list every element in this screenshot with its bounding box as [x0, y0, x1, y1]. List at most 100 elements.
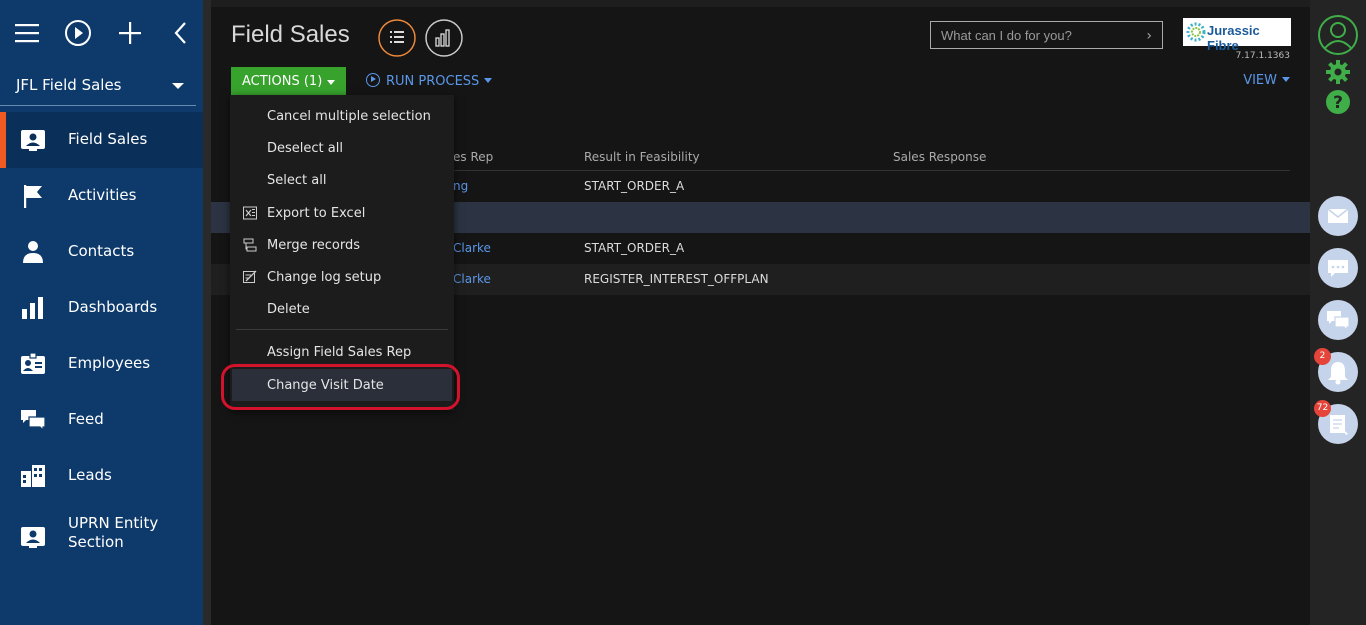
settings-gear-icon[interactable]	[1325, 59, 1351, 85]
cell-sales-rep[interactable]: Clarke	[453, 272, 491, 286]
menu-item-deselect-all[interactable]: Deselect all	[230, 132, 454, 164]
play-circle-icon	[366, 73, 380, 87]
id-badge-icon	[21, 352, 45, 374]
sidebar-item-label: Feed	[68, 410, 104, 428]
contact-card-icon	[21, 130, 45, 151]
run-process-button[interactable]: RUN PROCESS	[366, 73, 493, 89]
logo-text: Jurassic Fibre	[1207, 23, 1260, 53]
menu-item-label: Cancel multiple selection	[267, 109, 431, 124]
analytics-view-icon[interactable]	[425, 19, 463, 57]
menu-item-select-all[interactable]: Select all	[230, 164, 454, 196]
sidebar-item-label: Contacts	[68, 242, 135, 260]
hamburger-menu-icon[interactable]	[12, 18, 42, 48]
workspace-label: JFL Field Sales	[16, 76, 122, 94]
sidebar-item-label: Dashboards	[68, 298, 158, 316]
sidebar-item-dashboards[interactable]: Dashboards	[0, 280, 203, 336]
actions-label: ACTIONS (1)	[242, 74, 323, 89]
cell-result: REGISTER_INTEREST_OFFPLAN	[584, 272, 769, 286]
user-profile-icon[interactable]	[1317, 14, 1359, 56]
menu-item-label: Select all	[267, 173, 327, 188]
sidebar-item-label: Activities	[68, 186, 137, 204]
help-icon[interactable]: ?	[1325, 89, 1351, 115]
email-icon	[1327, 208, 1349, 223]
menu-divider	[236, 329, 448, 330]
command-search[interactable]: ›	[930, 21, 1163, 49]
menu-item-label: Change log setup	[267, 270, 382, 285]
workspace-select[interactable]: JFL Field Sales	[0, 66, 196, 106]
cell-sales-rep[interactable]: ng	[453, 179, 468, 193]
right-toolbar: ? 2 72	[1310, 0, 1366, 625]
cell-result: START_ORDER_A	[584, 179, 685, 193]
menu-item-label: Merge records	[267, 238, 361, 253]
column-header-result-feasibility[interactable]: Result in Feasibility	[584, 150, 700, 164]
caret-down-icon	[1282, 77, 1290, 82]
merge-icon	[243, 238, 257, 252]
chevron-right-icon[interactable]: ›	[1146, 28, 1152, 44]
sidebar-item-label: Leads	[68, 466, 112, 484]
svg-text:?: ?	[1333, 93, 1343, 113]
menu-item-label: Export to Excel	[267, 206, 366, 221]
chevron-down-icon	[172, 83, 184, 89]
panel-gutter	[203, 0, 211, 625]
menu-item-label: Deselect all	[267, 141, 343, 156]
sidebar-top-toolbar	[0, 0, 203, 66]
view-menu-button[interactable]: VIEW	[1243, 73, 1290, 88]
sidebar-item-label: Field Sales	[68, 130, 148, 148]
menu-item-cancel-multiple-selection[interactable]: Cancel multiple selection	[230, 100, 454, 132]
view-label: VIEW	[1243, 73, 1277, 88]
version-label: 7.17.1.1363	[1235, 51, 1290, 61]
excel-icon	[243, 206, 257, 220]
sidebar-item-feed[interactable]: Feed	[0, 392, 203, 448]
feed-button[interactable]	[1318, 300, 1358, 340]
notifications-badge: 2	[1314, 348, 1331, 365]
email-button[interactable]	[1318, 196, 1358, 236]
sidebar-item-contacts[interactable]: Contacts	[0, 224, 203, 280]
change-log-icon	[243, 270, 257, 283]
sidebar-item-field-sales[interactable]: Field Sales	[0, 112, 203, 168]
cell-sales-rep[interactable]: Clarke	[453, 241, 491, 255]
search-input[interactable]	[931, 22, 1131, 48]
run-process-label: RUN PROCESS	[386, 74, 480, 89]
list-view-icon[interactable]	[378, 19, 416, 57]
column-header-sales-rep[interactable]: es Rep	[453, 150, 493, 164]
sidebar-item-uprn-entity-section[interactable]: UPRN Entity Section	[0, 504, 203, 570]
company-logo: Jurassic Fibre	[1183, 18, 1291, 53]
column-header-sales-response[interactable]: Sales Response	[893, 150, 986, 164]
actions-button[interactable]: ACTIONS (1)	[231, 67, 346, 96]
sidebar-item-employees[interactable]: Employees	[0, 336, 203, 392]
play-process-icon[interactable]	[63, 18, 93, 48]
sidebar-nav: Field Sales Activities Contacts Dashboar…	[0, 112, 203, 570]
tasks-badge: 72	[1314, 400, 1331, 417]
sidebar-item-label: Employees	[68, 354, 151, 372]
page-title: Field Sales	[231, 21, 350, 48]
menu-item-merge-records[interactable]: Merge records	[230, 229, 454, 261]
chat-bubbles-icon	[21, 410, 46, 432]
bar-chart-icon	[22, 297, 43, 319]
menu-item-label: Change Visit Date	[267, 378, 384, 393]
chat-button[interactable]	[1318, 248, 1358, 288]
actions-dropdown-menu: Cancel multiple selection Deselect all S…	[230, 95, 454, 410]
caret-down-icon	[484, 78, 493, 83]
menu-item-assign-field-sales-rep[interactable]: Assign Field Sales Rep	[230, 336, 454, 368]
logo-mark-icon	[1186, 22, 1206, 42]
menu-item-label: Delete	[267, 302, 310, 317]
menu-item-delete[interactable]: Delete	[230, 293, 454, 325]
buildings-icon	[21, 465, 45, 487]
plus-icon[interactable]	[115, 18, 145, 48]
menu-item-export-to-excel[interactable]: Export to Excel	[230, 197, 454, 229]
sidebar: JFL Field Sales Field Sales Activities C…	[0, 0, 203, 625]
menu-item-change-log-setup[interactable]: Change log setup	[230, 261, 454, 293]
sidebar-item-leads[interactable]: Leads	[0, 448, 203, 504]
contact-card-icon	[21, 527, 45, 548]
menu-item-label: Assign Field Sales Rep	[267, 345, 412, 360]
menu-item-change-visit-date[interactable]: Change Visit Date	[232, 369, 452, 401]
collapse-chevron-icon[interactable]	[166, 18, 196, 48]
sidebar-item-activities[interactable]: Activities	[0, 168, 203, 224]
conversation-icon	[1327, 311, 1350, 332]
caret-down-icon	[327, 80, 335, 85]
person-icon	[23, 241, 43, 263]
chat-icon	[1328, 260, 1348, 277]
sidebar-item-label: UPRN Entity Section	[68, 514, 159, 551]
cell-result: START_ORDER_A	[584, 241, 685, 255]
flag-icon	[24, 185, 42, 208]
